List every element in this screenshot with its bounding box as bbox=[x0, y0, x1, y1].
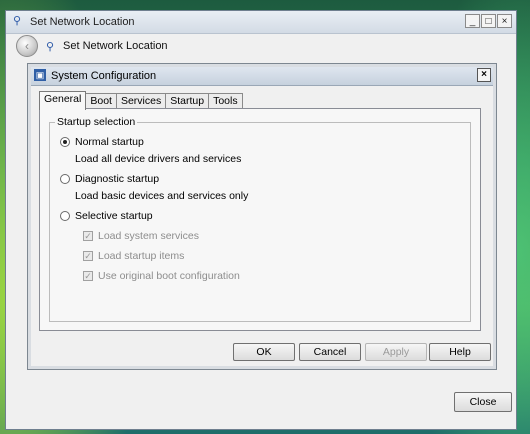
close-button[interactable]: Close bbox=[454, 392, 512, 412]
window-controls: _ □ × bbox=[465, 14, 512, 28]
normal-startup-radio[interactable] bbox=[60, 137, 70, 147]
tab-strip: General Boot Services Startup Tools bbox=[39, 91, 243, 110]
normal-startup-label: Normal startup bbox=[75, 136, 144, 148]
msconfig-icon: ▣ bbox=[34, 69, 46, 81]
outer-titlebar[interactable]: ⚲ Set Network Location _ □ × bbox=[6, 11, 516, 34]
network-icon: ⚲ bbox=[13, 15, 22, 27]
dialog-close-button[interactable]: × bbox=[477, 68, 491, 82]
dialog-titlebar[interactable]: ▣ System Configuration × bbox=[31, 67, 493, 86]
dialog-title: System Configuration bbox=[51, 70, 157, 82]
load-startup-items-label: Load startup items bbox=[98, 250, 185, 262]
use-original-boot-option[interactable]: ✓ Use original boot configuration bbox=[83, 270, 240, 282]
startup-selection-group: Startup selection Normal startup Load al… bbox=[49, 116, 471, 322]
diagnostic-startup-option[interactable]: Diagnostic startup bbox=[60, 173, 159, 185]
apply-button[interactable]: Apply bbox=[365, 343, 427, 361]
diagnostic-startup-label: Diagnostic startup bbox=[75, 173, 160, 185]
use-original-boot-checkbox[interactable]: ✓ bbox=[83, 271, 93, 281]
load-system-services-label: Load system services bbox=[98, 230, 199, 242]
load-system-services-option[interactable]: ✓ Load system services bbox=[83, 230, 199, 242]
navigation-row: ‹ ⚲ Set Network Location bbox=[6, 34, 516, 58]
help-button[interactable]: Help bbox=[429, 343, 491, 361]
maximize-button[interactable]: □ bbox=[481, 14, 496, 28]
nav-title: Set Network Location bbox=[63, 40, 168, 52]
close-window-button[interactable]: × bbox=[497, 14, 512, 28]
group-title: Startup selection bbox=[55, 116, 138, 128]
diagnostic-startup-desc: Load basic devices and services only bbox=[75, 190, 249, 202]
load-startup-items-option[interactable]: ✓ Load startup items bbox=[83, 250, 184, 262]
selective-startup-radio[interactable] bbox=[60, 211, 70, 221]
general-tab-panel: Startup selection Normal startup Load al… bbox=[39, 108, 481, 331]
normal-startup-option[interactable]: Normal startup bbox=[60, 136, 144, 148]
load-system-services-checkbox[interactable]: ✓ bbox=[83, 231, 93, 241]
selective-startup-option[interactable]: Selective startup bbox=[60, 210, 153, 222]
use-original-boot-label: Use original boot configuration bbox=[98, 270, 240, 282]
outer-window-title: Set Network Location bbox=[30, 16, 135, 28]
cancel-button[interactable]: Cancel bbox=[299, 343, 361, 361]
minimize-button[interactable]: _ bbox=[465, 14, 480, 28]
tab-general[interactable]: General bbox=[39, 91, 87, 110]
ok-button[interactable]: OK bbox=[233, 343, 295, 361]
selective-startup-label: Selective startup bbox=[75, 210, 153, 222]
load-startup-items-checkbox[interactable]: ✓ bbox=[83, 251, 93, 261]
diagnostic-startup-radio[interactable] bbox=[60, 174, 70, 184]
network-icon: ⚲ bbox=[46, 41, 55, 53]
system-configuration-dialog: ▣ System Configuration × General Boot Se… bbox=[28, 64, 496, 369]
normal-startup-desc: Load all device drivers and services bbox=[75, 153, 242, 165]
back-arrow-icon[interactable]: ‹ bbox=[16, 35, 38, 57]
